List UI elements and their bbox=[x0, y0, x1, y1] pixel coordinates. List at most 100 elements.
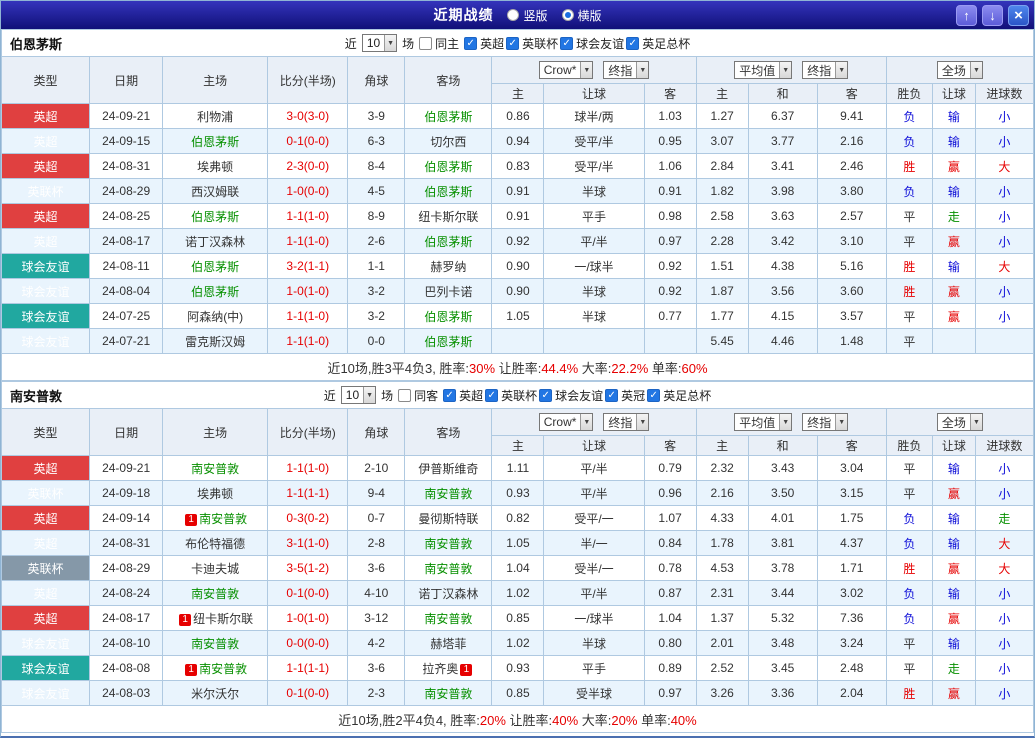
home-team-name[interactable]: 埃弗顿 bbox=[197, 487, 233, 501]
same-venue-filter[interactable]: 同主 bbox=[419, 35, 459, 52]
away-team-name[interactable]: 切尔西 bbox=[430, 135, 466, 149]
home-team-name[interactable]: 西汉姆联 bbox=[191, 185, 239, 199]
away-team-name[interactable]: 伯恩茅斯 bbox=[424, 185, 472, 199]
score-cell: 2-3(0-0) bbox=[268, 154, 348, 179]
result-goals: 小 bbox=[975, 456, 1033, 481]
league-filter-5[interactable]: ✓英足总杯 bbox=[647, 387, 711, 404]
scroll-down-button[interactable]: ↓ bbox=[982, 5, 1003, 26]
radio-icon[interactable] bbox=[562, 9, 574, 21]
home-team-name[interactable]: 米尔沃尔 bbox=[191, 687, 239, 701]
away-team-name[interactable]: 曼彻斯特联 bbox=[418, 512, 478, 526]
odds-time-select[interactable]: 终指 ▼ bbox=[603, 413, 649, 431]
league-label: 英超 bbox=[480, 35, 504, 52]
checkbox-icon[interactable]: ✓ bbox=[626, 37, 639, 50]
scroll-up-button[interactable]: ↑ bbox=[956, 5, 977, 26]
home-team-name[interactable]: 伯恩茅斯 bbox=[191, 210, 239, 224]
same-venue-filter[interactable]: 同客 bbox=[398, 387, 438, 404]
away-team-name[interactable]: 南安普敦 bbox=[424, 687, 472, 701]
home-team-name[interactable]: 南安普敦 bbox=[199, 662, 247, 676]
league-filter-3[interactable]: ✓球会友谊 bbox=[560, 35, 624, 52]
home-team-name[interactable]: 阿森纳(中) bbox=[187, 310, 243, 324]
away-team-name[interactable]: 赫罗纳 bbox=[430, 260, 466, 274]
away-team-name[interactable]: 伯恩茅斯 bbox=[424, 235, 472, 249]
odds-time-select[interactable]: 终指 ▼ bbox=[603, 61, 649, 79]
radio-horizontal-layout[interactable]: 横版 bbox=[562, 7, 602, 24]
away-team-cell: 伯恩茅斯 bbox=[405, 179, 492, 204]
home-team-name[interactable]: 雷克斯汉姆 bbox=[185, 335, 245, 349]
away-team-name[interactable]: 南安普敦 bbox=[424, 487, 472, 501]
match-count-select[interactable]: 10 ▼ bbox=[362, 34, 397, 52]
score-cell: 1-1(1-0) bbox=[268, 204, 348, 229]
away-team-name[interactable]: 伯恩茅斯 bbox=[424, 160, 472, 174]
home-team-name[interactable]: 诺丁汉森林 bbox=[185, 235, 245, 249]
avg-source-select[interactable]: 平均值 ▼ bbox=[734, 61, 792, 79]
red-card-badge: 1 bbox=[185, 664, 197, 676]
home-team-name[interactable]: 伯恩茅斯 bbox=[191, 260, 239, 274]
checkbox-icon[interactable]: ✓ bbox=[506, 37, 519, 50]
checkbox-icon[interactable]: ✓ bbox=[443, 389, 456, 402]
avg-group-header: 平均值 ▼ 终指 ▼ bbox=[696, 409, 886, 436]
odds-source-select[interactable]: Crow* ▼ bbox=[539, 413, 594, 431]
close-button[interactable]: × bbox=[1008, 5, 1029, 26]
result-handicap: 输 bbox=[932, 254, 975, 279]
away-team-name[interactable]: 拉齐奥 bbox=[422, 662, 458, 676]
period-select[interactable]: 全场 ▼ bbox=[937, 61, 983, 79]
away-team-name[interactable]: 赫塔菲 bbox=[430, 637, 466, 651]
away-team-name[interactable]: 南安普敦 bbox=[424, 562, 472, 576]
home-team-name[interactable]: 南安普敦 bbox=[191, 637, 239, 651]
home-team-name[interactable]: 纽卡斯尔联 bbox=[193, 612, 253, 626]
away-team-name[interactable]: 巴列卡诺 bbox=[424, 285, 472, 299]
avg-time-select[interactable]: 终指 ▼ bbox=[802, 413, 848, 431]
home-team-name[interactable]: 伯恩茅斯 bbox=[191, 285, 239, 299]
avg-away-value: 3.57 bbox=[817, 304, 886, 329]
sub-col-avg-away: 客 bbox=[817, 84, 886, 104]
checkbox-icon[interactable]: ✓ bbox=[485, 389, 498, 402]
checkbox-icon[interactable]: ✓ bbox=[647, 389, 660, 402]
league-filter-2[interactable]: ✓英联杯 bbox=[485, 387, 537, 404]
away-team-name[interactable]: 伯恩茅斯 bbox=[424, 335, 472, 349]
league-filter-4[interactable]: ✓英冠 bbox=[605, 387, 645, 404]
checkbox-icon[interactable]: ✓ bbox=[560, 37, 573, 50]
avg-away-value: 1.71 bbox=[817, 556, 886, 581]
home-team-name[interactable]: 利物浦 bbox=[197, 110, 233, 124]
league-filter-1[interactable]: ✓英超 bbox=[443, 387, 483, 404]
league-filter-2[interactable]: ✓英联杯 bbox=[506, 35, 558, 52]
away-team-name[interactable]: 伯恩茅斯 bbox=[424, 310, 472, 324]
avg-away-value: 3.24 bbox=[817, 631, 886, 656]
odds-home-value: 1.11 bbox=[492, 456, 544, 481]
odds-source-select[interactable]: Crow* ▼ bbox=[539, 61, 594, 79]
checkbox-icon[interactable] bbox=[398, 389, 411, 402]
checkbox-icon[interactable]: ✓ bbox=[464, 37, 477, 50]
away-team-name[interactable]: 伊普斯维奇 bbox=[418, 462, 478, 476]
away-team-name[interactable]: 南安普敦 bbox=[424, 612, 472, 626]
avg-source-select[interactable]: 平均值 ▼ bbox=[734, 413, 792, 431]
home-team-name[interactable]: 南安普敦 bbox=[199, 512, 247, 526]
match-row: 球会友谊 24-07-25 阿森纳(中) 1-1(1-0) 3-2 伯恩茅斯 1… bbox=[2, 304, 1034, 329]
avg-home-value: 3.07 bbox=[696, 129, 748, 154]
home-team-name[interactable]: 布伦特福德 bbox=[185, 537, 245, 551]
home-team-name[interactable]: 埃弗顿 bbox=[197, 160, 233, 174]
league-label: 英联杯 bbox=[501, 387, 537, 404]
league-filter-1[interactable]: ✓英超 bbox=[464, 35, 504, 52]
home-team-name[interactable]: 卡迪夫城 bbox=[191, 562, 239, 576]
checkbox-icon[interactable]: ✓ bbox=[605, 389, 618, 402]
checkbox-icon[interactable]: ✓ bbox=[539, 389, 552, 402]
radio-icon[interactable] bbox=[507, 9, 519, 21]
league-type-badge: 球会友谊 bbox=[2, 279, 90, 304]
league-filter-3[interactable]: ✓球会友谊 bbox=[539, 387, 603, 404]
checkbox-icon[interactable] bbox=[419, 37, 432, 50]
away-team-name[interactable]: 南安普敦 bbox=[424, 537, 472, 551]
home-team-name[interactable]: 南安普敦 bbox=[191, 587, 239, 601]
corner-cell: 2-3 bbox=[348, 681, 405, 706]
home-team-name[interactable]: 南安普敦 bbox=[191, 462, 239, 476]
match-count-select[interactable]: 10 ▼ bbox=[341, 386, 376, 404]
league-filter-4[interactable]: ✓英足总杯 bbox=[626, 35, 690, 52]
period-select[interactable]: 全场 ▼ bbox=[937, 413, 983, 431]
radio-vertical-layout[interactable]: 竖版 bbox=[507, 7, 547, 24]
home-team-name[interactable]: 伯恩茅斯 bbox=[191, 135, 239, 149]
away-team-name[interactable]: 纽卡斯尔联 bbox=[418, 210, 478, 224]
avg-time-select[interactable]: 终指 ▼ bbox=[802, 61, 848, 79]
away-team-name[interactable]: 诺丁汉森林 bbox=[418, 587, 478, 601]
odds-handicap-value: 一/球半 bbox=[544, 254, 644, 279]
away-team-name[interactable]: 伯恩茅斯 bbox=[424, 110, 472, 124]
